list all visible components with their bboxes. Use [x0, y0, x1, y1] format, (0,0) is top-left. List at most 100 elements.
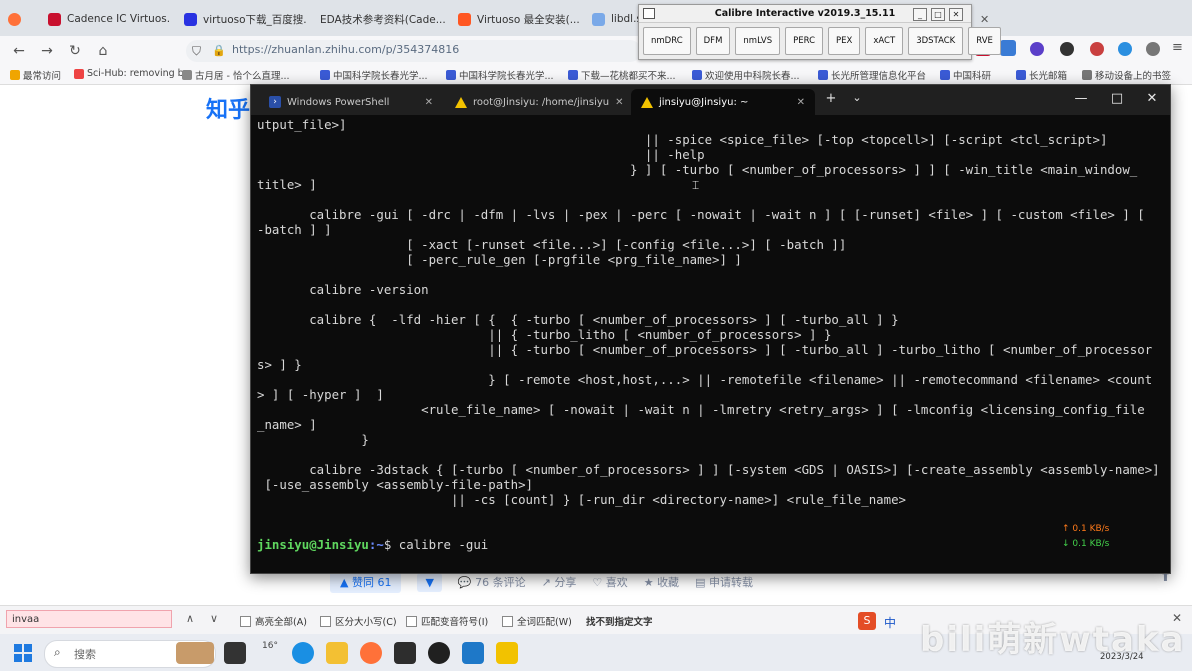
bookmark-item[interactable]: 长光邮箱	[1016, 68, 1067, 82]
terminal-tab-root[interactable]: root@Jinsiyu: /home/jinsiyu ✕	[445, 89, 625, 115]
bookmark-item[interactable]: 中国科研	[940, 68, 991, 82]
pex-button[interactable]: PEX	[828, 27, 861, 55]
upvote-button[interactable]: ▲ 赞同 61	[330, 571, 402, 593]
match-case-checkbox[interactable]: 区分大小写(C)	[320, 614, 397, 628]
maximize-icon[interactable]: □	[1109, 91, 1125, 106]
bookmark-item[interactable]: 移动设备上的书签	[1082, 68, 1171, 82]
terminal-line: || -help	[257, 147, 705, 162]
window-menu-icon[interactable]	[643, 8, 655, 19]
extension-icon[interactable]	[1060, 42, 1074, 56]
terminal-line: title> ]	[257, 177, 317, 192]
xact-button[interactable]: xACT	[865, 27, 904, 55]
zhihu-logo[interactable]: 知乎	[206, 92, 250, 124]
file-explorer-icon[interactable]	[326, 642, 348, 664]
shield-icon[interactable]: ⛉	[192, 44, 201, 59]
calibre-interactive-window: Calibre Interactive v2019.3_15.11 _ □ ✕ …	[638, 4, 1001, 60]
browser-tab-4[interactable]: libdl.so	[584, 6, 638, 32]
dfm-button[interactable]: DFM	[695, 27, 731, 55]
firefox-icon[interactable]	[360, 642, 382, 664]
nmdrc-button[interactable]: nmDRC	[643, 27, 691, 55]
bookmark-item[interactable]: 中国科学院长春光学...	[320, 68, 428, 82]
ime-logo-icon[interactable]: S	[858, 612, 876, 630]
tab-favicon-icon	[184, 12, 197, 26]
like-button[interactable]: ♡ 喜欢	[592, 574, 627, 590]
bookmark-item[interactable]: 最常访问	[10, 68, 61, 82]
maximize-icon[interactable]: □	[931, 8, 945, 21]
bookmark-favicon-icon	[1016, 70, 1026, 80]
terminal-tab-powershell[interactable]: › Windows PowerShell ✕	[259, 89, 443, 115]
weather-widget[interactable]: 16°	[262, 641, 278, 651]
new-tab-button[interactable]: +	[823, 91, 839, 106]
browser-tab-1[interactable]: virtuoso下载_百度搜...	[176, 6, 306, 32]
extension-icon[interactable]	[1000, 40, 1016, 56]
bookmark-item[interactable]: Sci-Hub: removing b...	[74, 68, 193, 79]
terminal-line: > ] [ -hyper ] ]	[257, 387, 384, 402]
whole-word-checkbox[interactable]: 全词匹配(W)	[502, 614, 572, 628]
perc-button[interactable]: PERC	[785, 27, 824, 55]
extension-icon[interactable]	[1118, 42, 1132, 56]
browser-tab-0[interactable]: Cadence IC Virtuos...	[40, 6, 170, 32]
tab-title: Cadence IC Virtuos...	[67, 13, 170, 25]
favorite-button[interactable]: ★ 收藏	[644, 574, 679, 590]
extension-icon[interactable]	[1090, 42, 1104, 56]
home-icon[interactable]: ⌂	[94, 42, 112, 60]
tab-dropdown-icon[interactable]: ⌄	[849, 91, 865, 104]
search-highlight-icon[interactable]	[176, 642, 214, 664]
firefox-menu-icon[interactable]	[0, 6, 30, 32]
reload-icon[interactable]: ↻	[66, 42, 84, 60]
linux-icon[interactable]	[496, 642, 518, 664]
rve-button[interactable]: RVE	[968, 27, 1001, 55]
menu-icon[interactable]: ≡	[1172, 40, 1183, 55]
forward-arrow-icon[interactable]: →	[38, 42, 56, 60]
bookmark-item[interactable]: 长光所管理信息化平台	[818, 68, 926, 82]
upload-speed: ↑ 0.1 KB/s	[1062, 524, 1110, 534]
terminal-output[interactable]: utput_file>] || -spice <spice_file> [-to…	[257, 117, 1157, 567]
account-icon[interactable]	[1146, 42, 1160, 56]
ime-mode[interactable]: 中	[884, 614, 896, 631]
minimize-icon[interactable]: —	[1073, 91, 1089, 106]
close-icon[interactable]: ✕	[949, 8, 963, 21]
minimize-icon[interactable]: _	[913, 8, 927, 21]
app-icon[interactable]	[428, 642, 450, 664]
share-button[interactable]: ↗ 分享	[542, 574, 577, 590]
reprint-button[interactable]: ▤ 申请转载	[695, 574, 753, 590]
bookmark-item[interactable]: 古月居 - 恰个么直理...	[182, 68, 290, 82]
terminal-tab-jinsiyu[interactable]: jinsiyu@Jinsiyu: ~ ✕	[631, 89, 815, 115]
close-icon[interactable]: ✕	[425, 97, 433, 108]
close-icon[interactable]: ✕	[1144, 91, 1160, 106]
browser-tab-3[interactable]: Virtuoso 最全安装(...	[450, 6, 580, 32]
terminal-line: || -spice <spice_file> [-top <topcell>] …	[257, 132, 1108, 147]
3dstack-button[interactable]: 3DSTACK	[908, 27, 964, 55]
terminal-line: calibre -3dstack { [-turbo [ <number_of_…	[257, 462, 1157, 477]
find-previous-icon[interactable]: ∧	[186, 612, 194, 625]
nmlvs-button[interactable]: nmLVS	[735, 27, 781, 55]
edge-icon[interactable]	[292, 642, 314, 664]
checkbox-icon	[502, 615, 513, 627]
bookmark-item[interactable]: 欢迎使用中科院长春...	[692, 68, 800, 82]
task-view-icon[interactable]	[224, 642, 246, 664]
bookmark-favicon-icon	[74, 68, 84, 79]
terminal-icon[interactable]	[394, 642, 416, 664]
close-icon[interactable]: ✕	[615, 97, 623, 108]
terminal-line: } ] [ -turbo [ <number_of_processors> ] …	[257, 162, 1138, 177]
vscode-icon[interactable]	[462, 642, 484, 664]
bookmark-item[interactable]: 下载—花桃都买不来...	[568, 68, 676, 82]
highlight-all-checkbox[interactable]: 高亮全部(A)	[240, 614, 307, 628]
url-text[interactable]: https://zhuanlan.zhihu.com/p/354374816	[232, 43, 459, 56]
comments-button[interactable]: 💬 76 条评论	[458, 574, 526, 590]
tab-favicon-icon	[48, 12, 61, 26]
bookmark-item[interactable]: 中国科学院长春光学...	[446, 68, 554, 82]
extension-icon[interactable]	[1030, 42, 1044, 56]
terminal-line: [-use_assembly <assembly-file-path>]	[257, 477, 534, 492]
find-input[interactable]: invaa	[6, 610, 172, 628]
start-windows-icon[interactable]	[14, 644, 32, 662]
back-arrow-icon[interactable]: ←	[10, 42, 28, 60]
browser-tab-2[interactable]: EDA技术参考资料(Cade...	[312, 6, 446, 32]
find-next-icon[interactable]: ∨	[210, 612, 218, 625]
match-diacritics-checkbox[interactable]: 匹配变音符号(I)	[406, 614, 488, 628]
close-icon[interactable]: ✕	[797, 97, 805, 108]
lock-icon[interactable]: 🔒	[212, 44, 226, 57]
downvote-button[interactable]: ▼	[417, 572, 442, 592]
terminal-line: || { -turbo_litho [ <number_of_processor…	[257, 327, 832, 342]
gear-icon	[10, 70, 20, 80]
